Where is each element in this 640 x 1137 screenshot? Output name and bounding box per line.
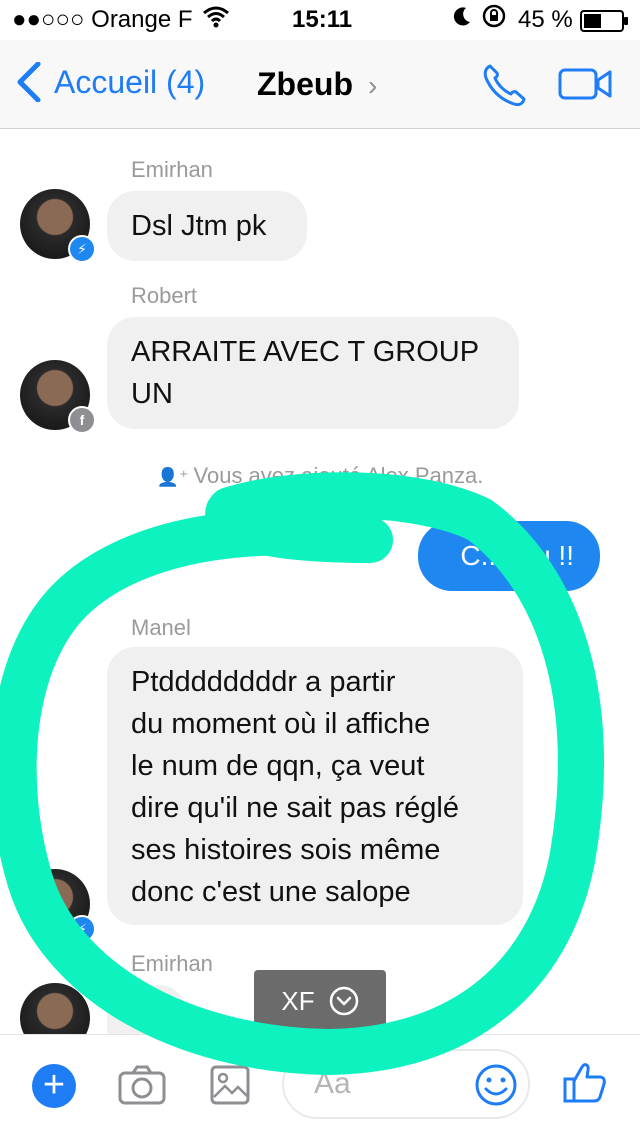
message-line: ARRAITE AVEC T GROUP: [131, 336, 480, 368]
system-notice: 👤⁺ Vous avez ajouté Alex Panza.: [0, 463, 640, 489]
message-input[interactable]: Aa: [282, 1049, 530, 1119]
sender-name: Emirhan: [131, 951, 213, 976]
message-text: Dsl Jtm pk: [131, 210, 267, 242]
message-line: Ptddddddddr a partir: [131, 666, 396, 698]
sender-name: Manel: [131, 615, 191, 640]
lock-rotation-icon: [482, 4, 506, 35]
avatar: ⚡: [20, 189, 96, 263]
sender-name: Robert: [131, 283, 198, 308]
phone-icon[interactable]: [482, 62, 526, 113]
add-person-icon: 👤⁺: [156, 467, 194, 487]
message-line: dire qu'il ne sait pas réglé: [131, 792, 459, 824]
chevron-right-icon[interactable]: ›: [368, 70, 377, 102]
avatar: [20, 983, 90, 1034]
message-line: UN: [131, 378, 173, 410]
message-line: ses histoires sois même: [131, 834, 441, 866]
chevron-left-icon: [17, 62, 41, 102]
message-bubble[interactable]: ARRAITE AVEC T GROUP UN: [107, 317, 519, 429]
moon-icon: [452, 6, 472, 35]
conversation-title[interactable]: Zbeub: [257, 66, 353, 103]
video-call-icon[interactable]: [558, 68, 612, 105]
battery-label: 45 %: [518, 6, 573, 33]
battery-icon: [580, 10, 630, 39]
status-bar: ●●○○○ Orange F 15:11 45 %: [0, 0, 640, 40]
emoji-icon[interactable]: [474, 1063, 518, 1107]
chevron-down-circle-icon: [329, 986, 358, 1016]
facebook-badge-icon: f: [68, 406, 96, 434]
message-bubble[interactable]: Dsl Jtm pk: [107, 191, 307, 261]
messenger-badge-icon: ⚡: [68, 915, 96, 943]
back-button[interactable]: Accueil (4): [14, 62, 205, 102]
conversation-header: Accueil (4) Zbeub ›: [0, 40, 640, 129]
wifi-icon: [202, 4, 230, 35]
carrier-label: ●●○○○ Orange F: [12, 6, 193, 33]
my-message-bubble[interactable]: C.....ou !!: [418, 521, 600, 591]
composer-bar: + Aa: [0, 1034, 640, 1137]
back-label: Accueil (4): [54, 63, 206, 100]
message-text: C.....ou !!: [460, 540, 574, 571]
message-line: du moment où il affiche: [131, 708, 431, 740]
message-line: le num de qqn, ça veut: [131, 750, 425, 782]
message-line: donc c'est une salope: [131, 876, 411, 908]
system-notice-text: Vous avez ajouté Alex Panza.: [193, 463, 484, 488]
new-messages-toast[interactable]: XF: [254, 970, 386, 1032]
clock: 15:11: [292, 6, 353, 33]
camera-icon[interactable]: [118, 1065, 166, 1105]
thumbs-up-icon[interactable]: [562, 1059, 608, 1105]
message-bubble[interactable]: Ptddddddddr a partir du moment où il aff…: [107, 647, 523, 925]
plus-icon[interactable]: +: [32, 1064, 76, 1108]
message-bubble[interactable]: [107, 985, 187, 1034]
avatar: f: [20, 360, 96, 434]
input-placeholder: Aa: [314, 1067, 351, 1100]
toast-label: XF: [281, 985, 315, 1016]
sender-name: Emirhan: [131, 157, 213, 182]
avatar: ⚡: [20, 869, 96, 943]
message-list[interactable]: Emirhan ⚡ Dsl Jtm pk Robert f ARRAITE AV…: [0, 129, 640, 1034]
gallery-icon[interactable]: [210, 1065, 250, 1105]
messenger-badge-icon: ⚡: [68, 235, 96, 263]
